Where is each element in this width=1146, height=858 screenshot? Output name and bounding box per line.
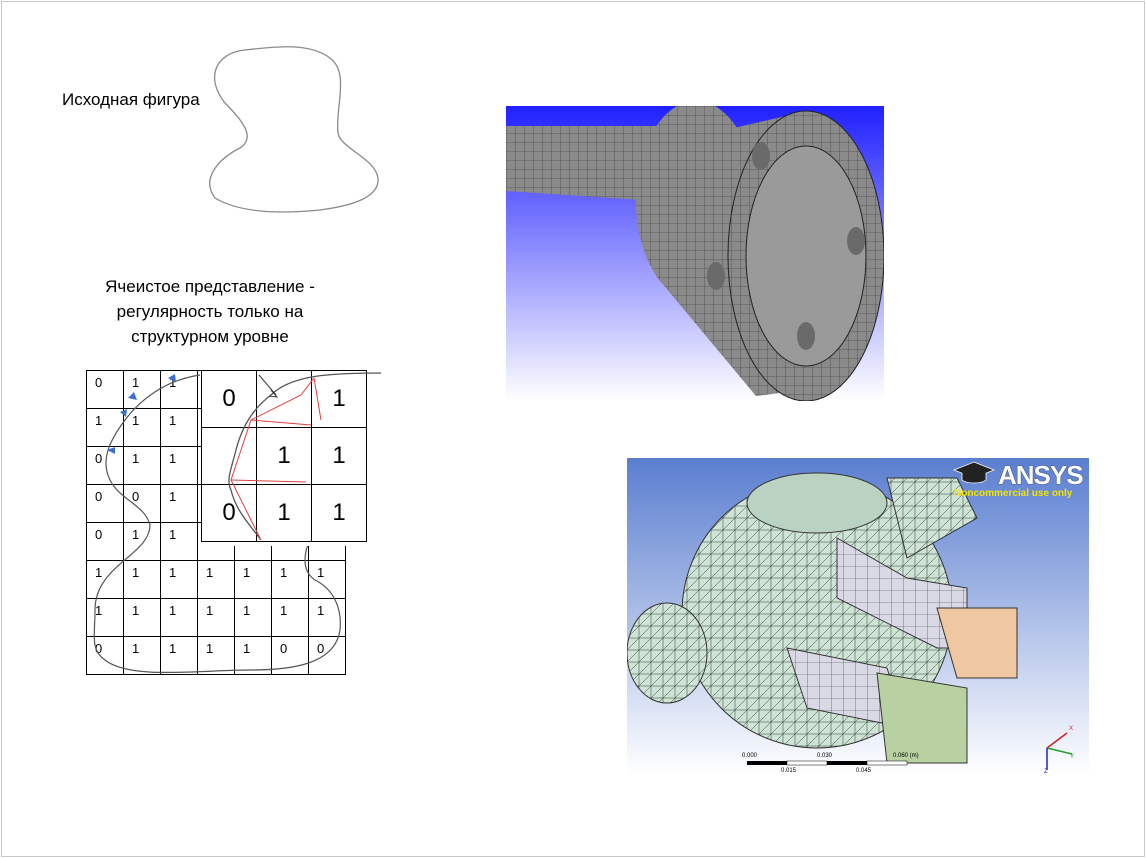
scale-label-0: 0.000: [742, 753, 758, 759]
ansys-noncommercial-note: Noncommercial use only: [954, 488, 1073, 499]
flange-mesh-image: [506, 106, 884, 401]
cell-label-line3: структурном уровне: [131, 327, 289, 346]
graduation-cap-icon: [952, 461, 996, 484]
axis-label-x: X: [1069, 726, 1074, 732]
zoom-curve: [228, 372, 381, 541]
cell-label-line1: Ячеистое представление -: [105, 277, 315, 296]
scale-label-015: 0.015: [781, 768, 797, 774]
scale-label-030: 0.030: [817, 753, 833, 759]
scale-label-060: 0.060 (m): [893, 753, 919, 759]
zoom-inset: 0111011: [201, 370, 381, 546]
ansys-mesh-image: [627, 458, 1089, 775]
scale-label-045: 0.045: [856, 768, 872, 774]
cell-label-line2: регулярность только на: [116, 302, 304, 321]
cell-representation-label: Ячеистое представление - регулярность то…: [60, 274, 360, 349]
initial-shape-outline: [209, 46, 379, 213]
initial-shape-label: Исходная фигура: [62, 90, 200, 109]
ansys-logo-text: ANSYS: [998, 460, 1084, 490]
axis-label-z: Z: [1044, 769, 1048, 775]
axis-label-y: Y: [1070, 754, 1075, 760]
